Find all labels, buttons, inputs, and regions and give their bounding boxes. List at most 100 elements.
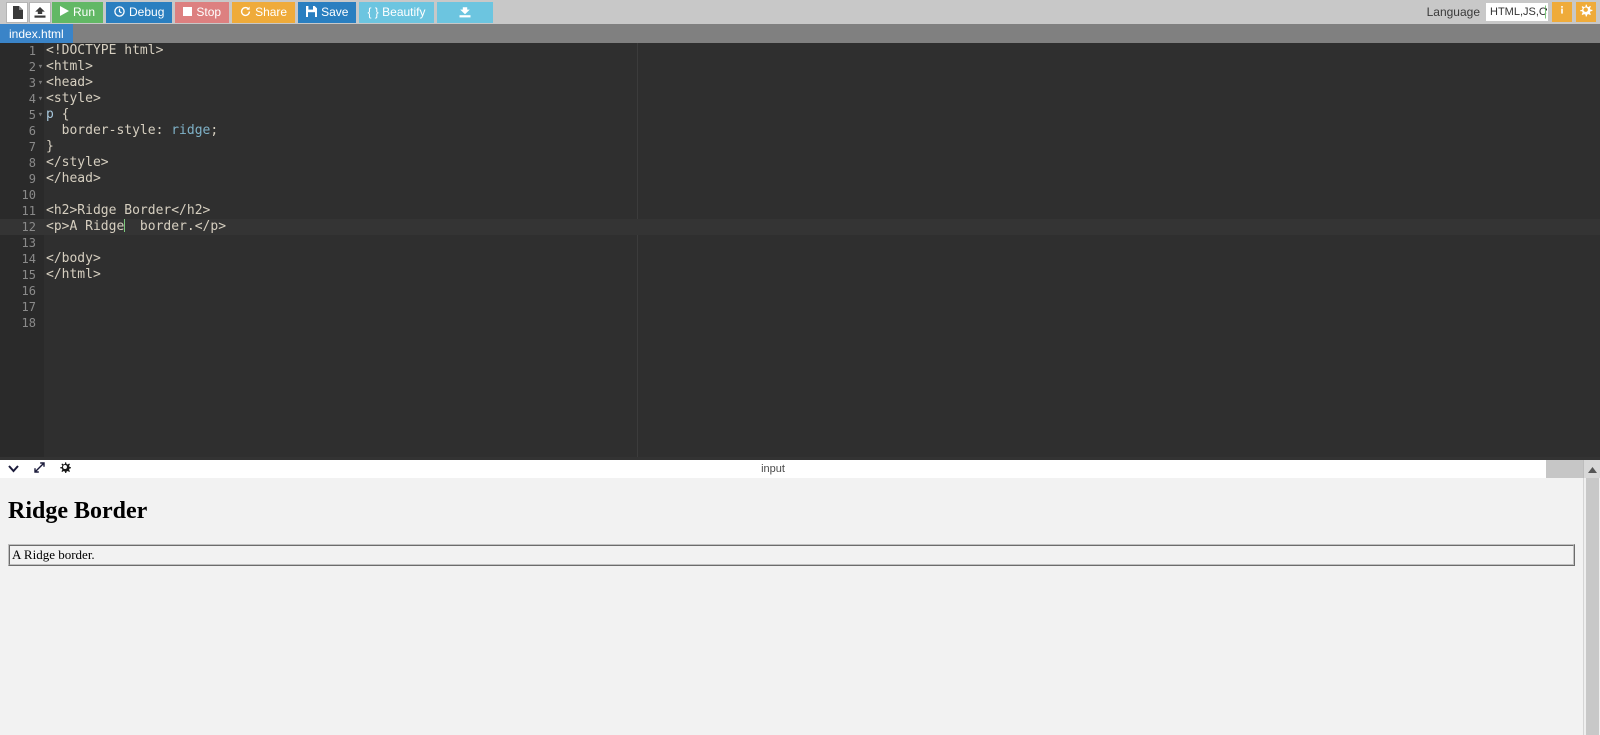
share-button[interactable]: Share <box>232 1 296 23</box>
code-line-text: </head> <box>46 171 101 186</box>
output-scroll-up-button[interactable] <box>1583 460 1600 478</box>
code-line[interactable]: 18 <box>0 315 1600 331</box>
line-number: 15 <box>21 268 36 282</box>
line-number: 7 <box>28 140 36 154</box>
code-line[interactable]: 17 <box>0 299 1600 315</box>
chevron-down-icon <box>1545 5 1547 19</box>
floppy-icon <box>306 5 318 19</box>
scroll-up-arrow-icon <box>1587 460 1597 478</box>
new-file-icon <box>12 5 23 19</box>
expand-icon <box>33 460 45 478</box>
download-icon <box>458 5 472 20</box>
share-icon <box>240 6 251 19</box>
new-file-button[interactable] <box>6 1 28 23</box>
code-line-text: <h2>Ridge Border</h2> <box>46 203 211 218</box>
run-button-label: Run <box>73 5 96 19</box>
code-line-text: </html> <box>46 267 101 282</box>
code-line[interactable]: 16 <box>0 283 1600 299</box>
fold-toggle-icon[interactable]: ▾ <box>37 107 44 123</box>
output-panel-toolbar <box>0 460 1546 478</box>
fold-toggle-icon[interactable]: ▾ <box>37 59 44 75</box>
output-preview-body: Ridge Border A Ridge border. <box>0 478 1583 735</box>
stop-button[interactable]: Stop <box>175 1 230 23</box>
debug-icon <box>114 5 125 19</box>
preview-paragraph: A Ridge border. <box>8 544 1575 566</box>
line-number: 5 <box>28 108 36 122</box>
code-line-text: p { <box>46 107 70 122</box>
code-line[interactable]: 5 ▾ p { <box>0 107 1600 123</box>
info-icon <box>1555 2 1569 22</box>
code-line-text: <head> <box>46 75 93 90</box>
play-icon <box>60 6 69 18</box>
expand-panel-button[interactable] <box>26 460 52 478</box>
beautify-button[interactable]: { } Beautify <box>359 1 434 23</box>
line-number: 9 <box>28 172 36 186</box>
line-number: 2 <box>28 60 36 74</box>
code-lines-container[interactable]: 1 <!DOCTYPE html> 2 ▾ <html> 3 ▾ <head> 4 ▾ <style… <box>0 43 1600 331</box>
line-number: 3 <box>28 76 36 90</box>
save-button-label: Save <box>321 5 349 19</box>
chevron-down-icon <box>7 460 19 478</box>
debug-button-label: Debug <box>129 5 165 19</box>
save-button[interactable]: Save <box>298 1 357 23</box>
fold-toggle-icon[interactable]: ▾ <box>37 75 44 91</box>
code-line[interactable]: 4 ▾ <style> <box>0 91 1600 107</box>
settings-button[interactable] <box>1576 2 1596 22</box>
output-scrollbar[interactable] <box>1583 478 1600 735</box>
tab-index-html[interactable]: index.html <box>0 24 73 43</box>
code-line[interactable]: 15 </html> <box>0 267 1600 283</box>
top-toolbar: Run Debug Stop Share Save {} Beautify L… <box>0 0 1600 24</box>
run-button[interactable]: Run <box>52 1 104 23</box>
line-number: 1 <box>28 44 36 58</box>
code-line-text: <style> <box>46 91 101 106</box>
code-line[interactable]: 8 </style> <box>0 155 1600 171</box>
gear-icon <box>59 460 72 478</box>
code-line-text: </style> <box>46 155 109 170</box>
code-line-text: <!DOCTYPE html> <box>46 43 164 58</box>
line-number: 4 <box>28 92 36 106</box>
code-line-text: border-style: ridge; <box>46 123 219 138</box>
code-line[interactable]: 13 <box>0 235 1600 251</box>
code-line-text: <html> <box>46 59 93 74</box>
upload-icon <box>33 6 47 19</box>
info-button[interactable] <box>1552 2 1572 22</box>
code-line[interactable]: 1 <!DOCTYPE html> <box>0 43 1600 59</box>
beautify-button-label: { } Beautify <box>367 5 426 19</box>
fold-toggle-icon[interactable]: ▾ <box>37 91 44 107</box>
code-line[interactable]: 3 ▾ <head> <box>0 75 1600 91</box>
code-line-text: <p>A Ridge border.</p> <box>46 219 227 234</box>
debug-button[interactable]: Debug <box>106 1 173 23</box>
line-number: 16 <box>21 284 36 298</box>
line-number: 14 <box>21 252 36 266</box>
line-number: 8 <box>28 156 36 170</box>
code-line[interactable]: 14 </body> <box>0 251 1600 267</box>
code-line[interactable]: 6 border-style: ridge; <box>0 123 1600 139</box>
stop-icon <box>183 6 193 18</box>
line-number: 10 <box>21 188 36 202</box>
code-line[interactable]: 12 <p>A Ridge border.</p> <box>0 219 1600 235</box>
language-label: Language <box>1426 5 1480 19</box>
code-line[interactable]: 7} <box>0 139 1600 155</box>
toolbar-left-group: Run Debug Stop Share Save {} Beautify <box>0 0 496 24</box>
line-number: 17 <box>21 300 36 314</box>
download-button[interactable] <box>436 1 493 23</box>
collapse-panel-button[interactable] <box>0 460 26 478</box>
preview-heading: Ridge Border <box>8 498 148 524</box>
output-scrollbar-thumb[interactable] <box>1586 478 1599 735</box>
code-line[interactable]: 10 <box>0 187 1600 203</box>
stop-button-label: Stop <box>196 5 222 19</box>
language-select[interactable]: HTML,JS,C <box>1486 3 1548 21</box>
line-number: 18 <box>21 316 36 330</box>
tab-label: index.html <box>9 26 64 41</box>
editor-tab-bar: index.html <box>0 24 1600 43</box>
code-line[interactable]: 9 </head> <box>0 171 1600 187</box>
line-number: 12 <box>21 220 36 234</box>
line-number: 6 <box>28 124 36 138</box>
code-line[interactable]: 2 ▾ <html> <box>0 59 1600 75</box>
code-editor[interactable]: 1 <!DOCTYPE html> 2 ▾ <html> 3 ▾ <head> 4 ▾ <style… <box>0 43 1600 457</box>
upload-button[interactable] <box>29 1 51 23</box>
code-line-text: </body> <box>46 251 101 266</box>
line-number: 13 <box>21 236 36 250</box>
code-line[interactable]: 11 <h2>Ridge Border</h2> <box>0 203 1600 219</box>
output-settings-button[interactable] <box>52 460 78 478</box>
